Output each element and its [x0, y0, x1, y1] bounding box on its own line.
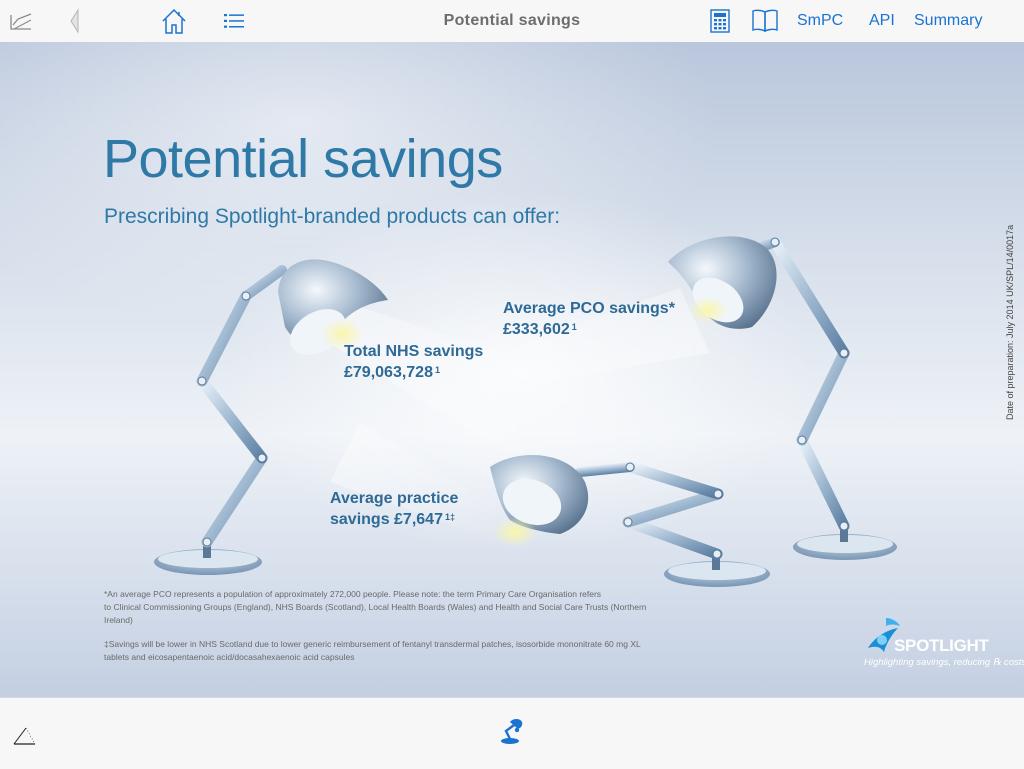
nhs-savings-value: £79,063,728	[344, 364, 433, 381]
nhs-savings-label: Total NHS savings	[344, 343, 484, 360]
list-icon[interactable]	[220, 8, 248, 34]
summary-link[interactable]: Summary	[914, 0, 982, 42]
footnote-pco: *An average PCO represents a population …	[104, 588, 647, 627]
slide-subtitle: Prescribing Spotlight-branded products c…	[104, 205, 561, 228]
top-toolbar: Potential savings SmPC API Summary	[0, 0, 1024, 43]
pco-savings-label: Average PCO savings*	[503, 300, 675, 317]
footnote-scotland-line1: ‡Savings will be lower in NHS Scotland d…	[104, 639, 641, 649]
footnote-scotland: ‡Savings will be lower in NHS Scotland d…	[104, 638, 641, 664]
practice-savings-ref: 1‡	[444, 512, 455, 522]
nhs-savings-ref: 1	[434, 365, 440, 375]
nhs-savings-stat: Total NHS savings £79,063,728 1	[344, 341, 483, 383]
nhs-savings-value-row: £79,063,728 1	[344, 362, 483, 383]
edit-icon[interactable]	[8, 8, 36, 34]
spotlight-logo: SPOTLIGHT Highlighting savings, reducing…	[862, 614, 1024, 674]
collapse-corner-icon[interactable]	[10, 724, 40, 748]
practice-savings-line2: savings £7,647	[330, 511, 443, 528]
home-icon[interactable]	[158, 5, 190, 37]
bottom-lamp	[490, 455, 770, 587]
slide-title: Potential savings	[103, 129, 503, 189]
practice-savings-value-row: savings £7,647 1‡	[330, 509, 458, 530]
back-icon[interactable]	[62, 6, 86, 36]
footnote-pco-line1: *An average PCO represents a population …	[104, 589, 602, 599]
bottom-toolbar	[0, 697, 1024, 769]
practice-savings-line1: Average practice	[330, 490, 459, 507]
footnote-pco-line3: Ireland)	[104, 615, 133, 625]
pco-savings-ref: 1	[571, 322, 577, 332]
pco-savings-stat: Average PCO savings* £333,602 1	[503, 298, 675, 340]
practice-savings-stat: Average practice savings £7,647 1‡	[330, 488, 458, 530]
spotlight-lamp-icon[interactable]	[496, 716, 528, 748]
pco-savings-value-row: £333,602 1	[503, 319, 675, 340]
date-of-preparation: Date of preparation: July 2014 UK/SPL/14…	[1005, 224, 1015, 420]
pco-savings-value: £333,602	[503, 321, 570, 338]
api-link[interactable]: API	[869, 0, 895, 42]
spotlight-logo-name: SPOTLIGHT	[894, 636, 989, 655]
book-icon[interactable]	[748, 7, 782, 35]
right-lamp	[668, 236, 897, 560]
footnote-pco-line2: to Clinical Commissioning Groups (Englan…	[104, 602, 647, 612]
smpc-link[interactable]: SmPC	[797, 0, 843, 42]
calculator-icon[interactable]	[707, 8, 733, 34]
spotlight-logo-tagline: Highlighting savings, reducing ℞ costs	[864, 657, 1024, 668]
footnote-scotland-line2: tablets and eicosapentaenoic acid/docasa…	[104, 652, 355, 662]
slide-content: Potential savings Prescribing Spotlight-…	[0, 42, 1024, 697]
